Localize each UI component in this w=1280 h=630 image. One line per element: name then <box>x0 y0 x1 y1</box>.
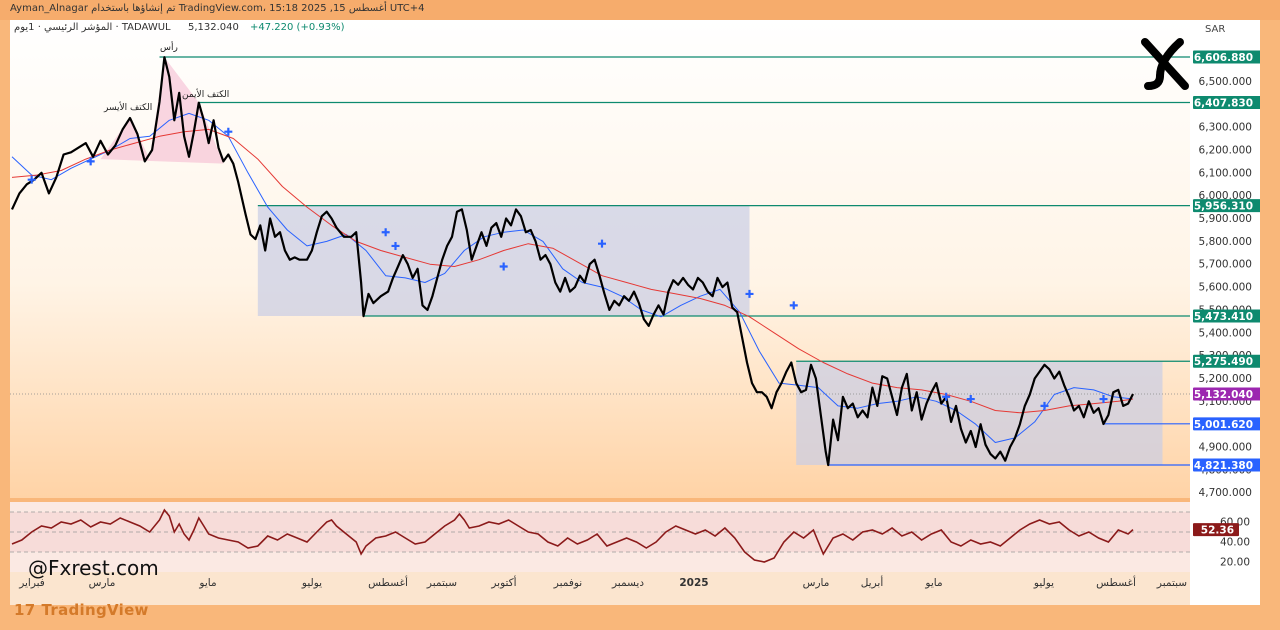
price-tag-label-5: 5,275.490 <box>1194 356 1253 368</box>
price-tag-label-1: 6,606.880 <box>1194 52 1253 64</box>
y-tick-label-5: 6,100.000 <box>1199 167 1252 179</box>
annotation-right-shoulder: الكتف الأيمن <box>182 88 229 100</box>
price-tag-label-4: 5,473.410 <box>1194 311 1253 323</box>
x-tick-label-12: أبريل <box>861 575 884 589</box>
price-tag-label-2: 6,407.830 <box>1194 97 1253 109</box>
price-tag-label-8: 4,821.380 <box>1194 460 1253 472</box>
x-tick-label-9: ديسمبر <box>611 577 644 589</box>
x-tick-label-11: مارس <box>803 577 830 589</box>
time-axis-background <box>10 572 1190 605</box>
tradingview-brand-text: TradingView <box>41 601 149 619</box>
annotation-left-shoulder: الكتف الأيسر <box>103 101 152 113</box>
x-tick-label-6: سبتمبر <box>426 577 457 589</box>
price-chart[interactable]: 6,500.0006,400.0006,300.0006,200.0006,10… <box>10 20 1263 605</box>
y-tick-label-3: 6,300.000 <box>1199 122 1252 134</box>
y-tick-label-8: 5,800.000 <box>1199 236 1252 248</box>
y-tick-label-1: 6,500.000 <box>1199 76 1252 88</box>
header-bar: Ayman_Alnagar تم إنشاؤها باستخدام Tradin… <box>0 0 1280 20</box>
range-box-1 <box>257 205 750 317</box>
x-tick-label-14: يوليو <box>1033 577 1054 589</box>
y-tick-label-17: 4,900.000 <box>1199 442 1252 454</box>
x-tick-label-4: يوليو <box>301 577 322 589</box>
watermark-handle: @Fxrest.com <box>28 556 159 580</box>
legend-symbol: المؤشر الرئيسي · 1يوم · TADAWUL <box>14 22 171 33</box>
x-tick-label-5: أغسطس <box>368 575 408 589</box>
price-tag-label-3: 5,956.310 <box>1194 201 1253 213</box>
tradingview-logo-icon: 17 <box>14 601 36 619</box>
y-tick-label-4: 6,200.000 <box>1199 144 1252 156</box>
x-tick-label-3: مايو <box>198 577 216 589</box>
y-tick-label-7: 5,900.000 <box>1199 213 1252 225</box>
x-tick-label-15: أغسطس <box>1096 575 1136 589</box>
price-tag-label-7: 5,001.620 <box>1194 419 1253 431</box>
x-tick-label-16: سبتمبر <box>1156 577 1187 589</box>
currency-label: SAR <box>1205 24 1225 35</box>
range-box-2 <box>796 361 1163 465</box>
x-tick-label-13: مايو <box>924 577 942 589</box>
y-tick-label-10: 5,600.000 <box>1199 282 1252 294</box>
y-tick-label-12: 5,400.000 <box>1199 327 1252 339</box>
x-tick-label-7: أكتوبر <box>490 575 516 589</box>
y-tick-label-14: 5,200.000 <box>1199 373 1252 385</box>
tradingview-brand: 17 TradingView <box>14 601 149 619</box>
y-tick-label-19: 4,700.000 <box>1199 487 1252 499</box>
rsi-y-tick-label-2: 40.00 <box>1220 537 1250 549</box>
x-tick-label-8: نوفمبر <box>553 577 582 589</box>
chart-container: 6,500.0006,400.0006,300.0006,200.0006,10… <box>10 20 1263 605</box>
x-tick-label-10: 2025 <box>679 577 708 589</box>
legend-change: +47.220 (+0.93%) <box>250 22 345 33</box>
rsi-y-tick-label-3: 20.00 <box>1220 557 1250 569</box>
price-tag-label-6: 5,132.040 <box>1194 389 1253 401</box>
annotation-head: رأس <box>160 41 178 53</box>
header-text: Ayman_Alnagar تم إنشاؤها باستخدام Tradin… <box>10 3 425 14</box>
legend-price: 5,132.040 <box>188 22 239 33</box>
y-tick-label-9: 5,700.000 <box>1199 259 1252 271</box>
rsi-value-label: 52.36 <box>1201 525 1234 537</box>
